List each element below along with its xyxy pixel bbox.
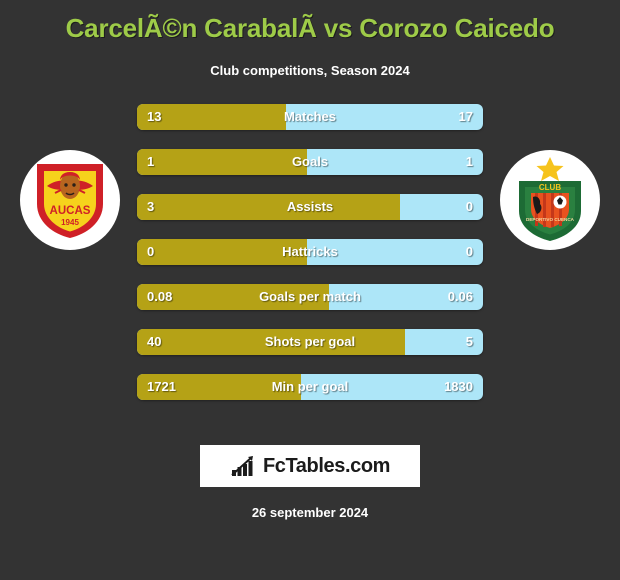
home-value: 0.08 — [147, 289, 173, 305]
home-fill — [137, 193, 400, 220]
away-value: 17 — [458, 109, 473, 125]
stat-row-hattricks: Hattricks 0 0 — [137, 238, 483, 265]
stat-row-min-per-goal: Min per goal 1721 1830 — [137, 373, 483, 400]
home-fill — [137, 148, 307, 175]
away-value: 0 — [465, 199, 473, 215]
stat-bar-list: Matches 13 17 Goals 1 1 Assists 3 0 Hatt… — [137, 103, 483, 419]
date-label: 26 september 2024 — [251, 505, 369, 520]
stat-row-assists: Assists 3 0 — [137, 193, 483, 220]
svg-text:AUCAS: AUCAS — [50, 205, 91, 217]
bar-chart-icon — [231, 456, 253, 476]
comparison-body: AUCAS 1945 CLUB DEPORTIVO CUENCA Matches… — [0, 103, 620, 414]
away-value: 0 — [465, 244, 473, 260]
away-team-crest: CLUB DEPORTIVO CUENCA — [500, 149, 600, 250]
stat-row-goals-per-match: Goals per match 0.08 0.06 — [137, 283, 483, 310]
home-value: 13 — [147, 109, 162, 125]
svg-text:DEPORTIVO CUENCA: DEPORTIVO CUENCA — [526, 217, 575, 222]
footer: FcTables.com 26 september 2024 — [0, 445, 620, 520]
home-value: 40 — [147, 334, 162, 350]
away-value: 0.06 — [447, 289, 473, 305]
page-subtitle: Club competitions, Season 2024 — [210, 62, 410, 78]
home-value: 3 — [147, 199, 155, 215]
stat-row-shots-per-goal: Shots per goal 40 5 — [137, 328, 483, 355]
brand-logo[interactable]: FcTables.com — [200, 445, 420, 487]
away-value: 5 — [465, 334, 473, 350]
away-value: 1830 — [444, 379, 473, 395]
stat-row-goals: Goals 1 1 — [137, 148, 483, 175]
aucas-crest-icon: AUCAS 1945 — [37, 163, 103, 238]
brand-text: FcTables.com — [262, 454, 391, 477]
page-title: CarcelÃ©n CarabalÃ­ vs Corozo Caicedo — [65, 13, 555, 43]
home-value: 0 — [147, 244, 155, 260]
deportivo-cuenca-crest-icon: CLUB DEPORTIVO CUENCA — [519, 156, 581, 241]
home-team-crest: AUCAS 1945 — [20, 149, 120, 250]
home-value: 1721 — [147, 379, 176, 395]
svg-text:1945: 1945 — [61, 218, 79, 227]
stat-comparison-graphic: CarcelÃ©n CarabalÃ­ vs Corozo Caicedo Cl… — [0, 0, 620, 520]
home-fill — [137, 328, 406, 355]
svg-text:CLUB: CLUB — [539, 183, 561, 192]
away-value: 1 — [465, 154, 473, 170]
home-fill — [137, 238, 307, 265]
home-value: 1 — [147, 154, 155, 170]
stat-row-matches: Matches 13 17 — [137, 103, 483, 130]
